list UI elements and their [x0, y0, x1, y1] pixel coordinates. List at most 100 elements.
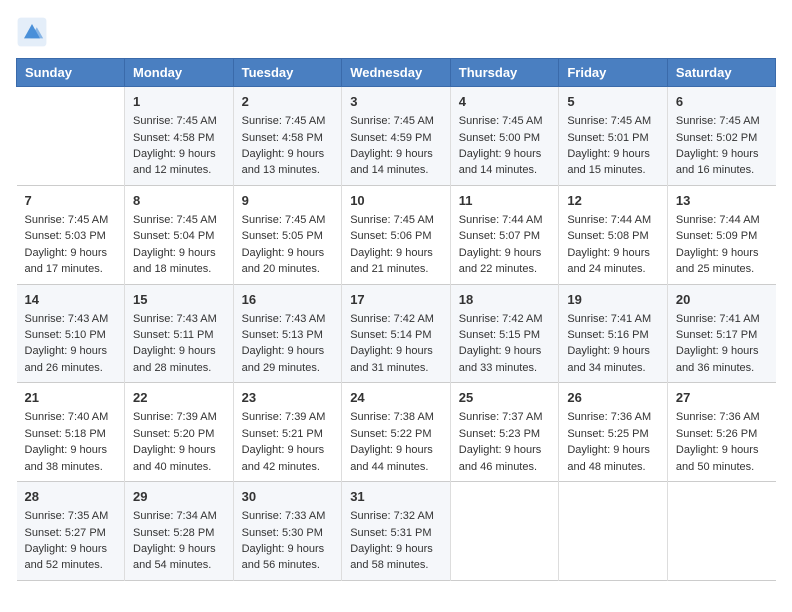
day-info: Sunrise: 7:41 AM Sunset: 5:16 PM Dayligh… — [567, 313, 651, 374]
day-number: 15 — [133, 291, 225, 309]
day-info: Sunrise: 7:44 AM Sunset: 5:08 PM Dayligh… — [567, 214, 651, 275]
calendar-header: SundayMondayTuesdayWednesdayThursdayFrid… — [17, 59, 776, 87]
week-row-4: 21 Sunrise: 7:40 AM Sunset: 5:18 PM Dayli… — [17, 383, 776, 482]
day-cell: 28 Sunrise: 7:35 AM Sunset: 5:27 PM Dayli… — [17, 482, 125, 581]
day-info: Sunrise: 7:45 AM Sunset: 5:02 PM Dayligh… — [676, 115, 760, 176]
day-info: Sunrise: 7:43 AM Sunset: 5:11 PM Dayligh… — [133, 313, 217, 374]
day-cell: 27 Sunrise: 7:36 AM Sunset: 5:26 PM Dayli… — [667, 383, 775, 482]
header-cell-sunday: Sunday — [17, 59, 125, 87]
header-cell-wednesday: Wednesday — [342, 59, 451, 87]
day-info: Sunrise: 7:33 AM Sunset: 5:30 PM Dayligh… — [242, 510, 326, 571]
day-cell: 26Sunrise: 7:36 AM Sunset: 5:25 PM Dayli… — [559, 383, 668, 482]
day-number: 30 — [242, 488, 334, 506]
day-info: Sunrise: 7:45 AM Sunset: 5:00 PM Dayligh… — [459, 115, 543, 176]
week-row-3: 14 Sunrise: 7:43 AM Sunset: 5:10 PM Dayli… — [17, 284, 776, 383]
day-cell: 11 Sunrise: 7:44 AM Sunset: 5:07 PM Dayli… — [450, 185, 559, 284]
day-cell: 5 Sunrise: 7:45 AM Sunset: 5:01 PM Daylig… — [559, 87, 668, 186]
day-info: Sunrise: 7:43 AM Sunset: 5:10 PM Dayligh… — [25, 313, 109, 374]
day-number: 25 — [459, 389, 551, 407]
day-cell: 25 Sunrise: 7:37 AM Sunset: 5:23 PM Dayli… — [450, 383, 559, 482]
day-cell: 19 Sunrise: 7:41 AM Sunset: 5:16 PM Dayli… — [559, 284, 668, 383]
day-number: 10 — [350, 192, 442, 210]
header-cell-tuesday: Tuesday — [233, 59, 342, 87]
day-cell: 4Sunrise: 7:45 AM Sunset: 5:00 PM Daylig… — [450, 87, 559, 186]
day-cell: 9 Sunrise: 7:45 AM Sunset: 5:05 PM Daylig… — [233, 185, 342, 284]
day-number: 8 — [133, 192, 225, 210]
day-number: 16 — [242, 291, 334, 309]
day-cell: 16 Sunrise: 7:43 AM Sunset: 5:13 PM Dayli… — [233, 284, 342, 383]
day-number: 13 — [676, 192, 768, 210]
day-cell: 17 Sunrise: 7:42 AM Sunset: 5:14 PM Dayli… — [342, 284, 451, 383]
day-number: 9 — [242, 192, 334, 210]
day-number: 22 — [133, 389, 225, 407]
day-info: Sunrise: 7:45 AM Sunset: 5:04 PM Dayligh… — [133, 214, 217, 275]
day-cell: 6 Sunrise: 7:45 AM Sunset: 5:02 PM Daylig… — [667, 87, 775, 186]
day-info: Sunrise: 7:38 AM Sunset: 5:22 PM Dayligh… — [350, 411, 434, 472]
day-info: Sunrise: 7:45 AM Sunset: 5:06 PM Dayligh… — [350, 214, 434, 275]
header-cell-saturday: Saturday — [667, 59, 775, 87]
day-cell: 10 Sunrise: 7:45 AM Sunset: 5:06 PM Dayli… — [342, 185, 451, 284]
day-info: Sunrise: 7:45 AM Sunset: 5:05 PM Dayligh… — [242, 214, 326, 275]
day-info: Sunrise: 7:45 AM Sunset: 4:58 PM Dayligh… — [242, 115, 326, 176]
day-cell: 13 Sunrise: 7:44 AM Sunset: 5:09 PM Dayli… — [667, 185, 775, 284]
calendar-body: 1Sunrise: 7:45 AM Sunset: 4:58 PM Daylig… — [17, 87, 776, 581]
day-info: Sunrise: 7:44 AM Sunset: 5:09 PM Dayligh… — [676, 214, 760, 275]
day-number: 14 — [25, 291, 117, 309]
day-number: 29 — [133, 488, 225, 506]
day-info: Sunrise: 7:34 AM Sunset: 5:28 PM Dayligh… — [133, 510, 217, 571]
day-info: Sunrise: 7:32 AM Sunset: 5:31 PM Dayligh… — [350, 510, 434, 571]
day-number: 28 — [25, 488, 117, 506]
header-cell-thursday: Thursday — [450, 59, 559, 87]
day-number: 24 — [350, 389, 442, 407]
day-cell: 29 Sunrise: 7:34 AM Sunset: 5:28 PM Dayli… — [125, 482, 234, 581]
day-cell — [17, 87, 125, 186]
day-number: 20 — [676, 291, 768, 309]
header-cell-friday: Friday — [559, 59, 668, 87]
day-cell: 21 Sunrise: 7:40 AM Sunset: 5:18 PM Dayli… — [17, 383, 125, 482]
day-info: Sunrise: 7:45 AM Sunset: 4:59 PM Dayligh… — [350, 115, 434, 176]
day-cell: 8 Sunrise: 7:45 AM Sunset: 5:04 PM Daylig… — [125, 185, 234, 284]
day-info: Sunrise: 7:35 AM Sunset: 5:27 PM Dayligh… — [25, 510, 109, 571]
day-cell: 7 Sunrise: 7:45 AM Sunset: 5:03 PM Daylig… — [17, 185, 125, 284]
day-info: Sunrise: 7:44 AM Sunset: 5:07 PM Dayligh… — [459, 214, 543, 275]
day-cell: 3Sunrise: 7:45 AM Sunset: 4:59 PM Daylig… — [342, 87, 451, 186]
day-info: Sunrise: 7:41 AM Sunset: 5:17 PM Dayligh… — [676, 313, 760, 374]
day-number: 17 — [350, 291, 442, 309]
logo — [16, 16, 52, 48]
day-number: 26 — [567, 389, 659, 407]
day-info: Sunrise: 7:42 AM Sunset: 5:14 PM Dayligh… — [350, 313, 434, 374]
week-row-1: 1Sunrise: 7:45 AM Sunset: 4:58 PM Daylig… — [17, 87, 776, 186]
day-info: Sunrise: 7:39 AM Sunset: 5:20 PM Dayligh… — [133, 411, 217, 472]
day-number: 5 — [567, 93, 659, 111]
day-info: Sunrise: 7:42 AM Sunset: 5:15 PM Dayligh… — [459, 313, 543, 374]
day-cell: 23Sunrise: 7:39 AM Sunset: 5:21 PM Dayli… — [233, 383, 342, 482]
day-info: Sunrise: 7:39 AM Sunset: 5:21 PM Dayligh… — [242, 411, 326, 472]
day-number: 19 — [567, 291, 659, 309]
day-cell: 15 Sunrise: 7:43 AM Sunset: 5:11 PM Dayli… — [125, 284, 234, 383]
day-number: 27 — [676, 389, 768, 407]
day-info: Sunrise: 7:43 AM Sunset: 5:13 PM Dayligh… — [242, 313, 326, 374]
day-number: 31 — [350, 488, 442, 506]
day-info: Sunrise: 7:37 AM Sunset: 5:23 PM Dayligh… — [459, 411, 543, 472]
week-row-5: 28 Sunrise: 7:35 AM Sunset: 5:27 PM Dayli… — [17, 482, 776, 581]
day-number: 6 — [676, 93, 768, 111]
calendar-table: SundayMondayTuesdayWednesdayThursdayFrid… — [16, 58, 776, 581]
page-header — [16, 16, 776, 48]
day-number: 7 — [25, 192, 117, 210]
day-number: 21 — [25, 389, 117, 407]
logo-icon — [16, 16, 48, 48]
day-cell: 24 Sunrise: 7:38 AM Sunset: 5:22 PM Dayli… — [342, 383, 451, 482]
day-info: Sunrise: 7:45 AM Sunset: 5:01 PM Dayligh… — [567, 115, 651, 176]
day-cell: 31 Sunrise: 7:32 AM Sunset: 5:31 PM Dayli… — [342, 482, 451, 581]
day-info: Sunrise: 7:40 AM Sunset: 5:18 PM Dayligh… — [25, 411, 109, 472]
day-cell — [450, 482, 559, 581]
day-info: Sunrise: 7:45 AM Sunset: 5:03 PM Dayligh… — [25, 214, 109, 275]
day-number: 2 — [242, 93, 334, 111]
day-cell: 22 Sunrise: 7:39 AM Sunset: 5:20 PM Dayli… — [125, 383, 234, 482]
week-row-2: 7 Sunrise: 7:45 AM Sunset: 5:03 PM Daylig… — [17, 185, 776, 284]
day-cell: 30 Sunrise: 7:33 AM Sunset: 5:30 PM Dayli… — [233, 482, 342, 581]
day-number: 11 — [459, 192, 551, 210]
day-cell — [667, 482, 775, 581]
day-info: Sunrise: 7:36 AM Sunset: 5:26 PM Dayligh… — [676, 411, 760, 472]
day-number: 12 — [567, 192, 659, 210]
